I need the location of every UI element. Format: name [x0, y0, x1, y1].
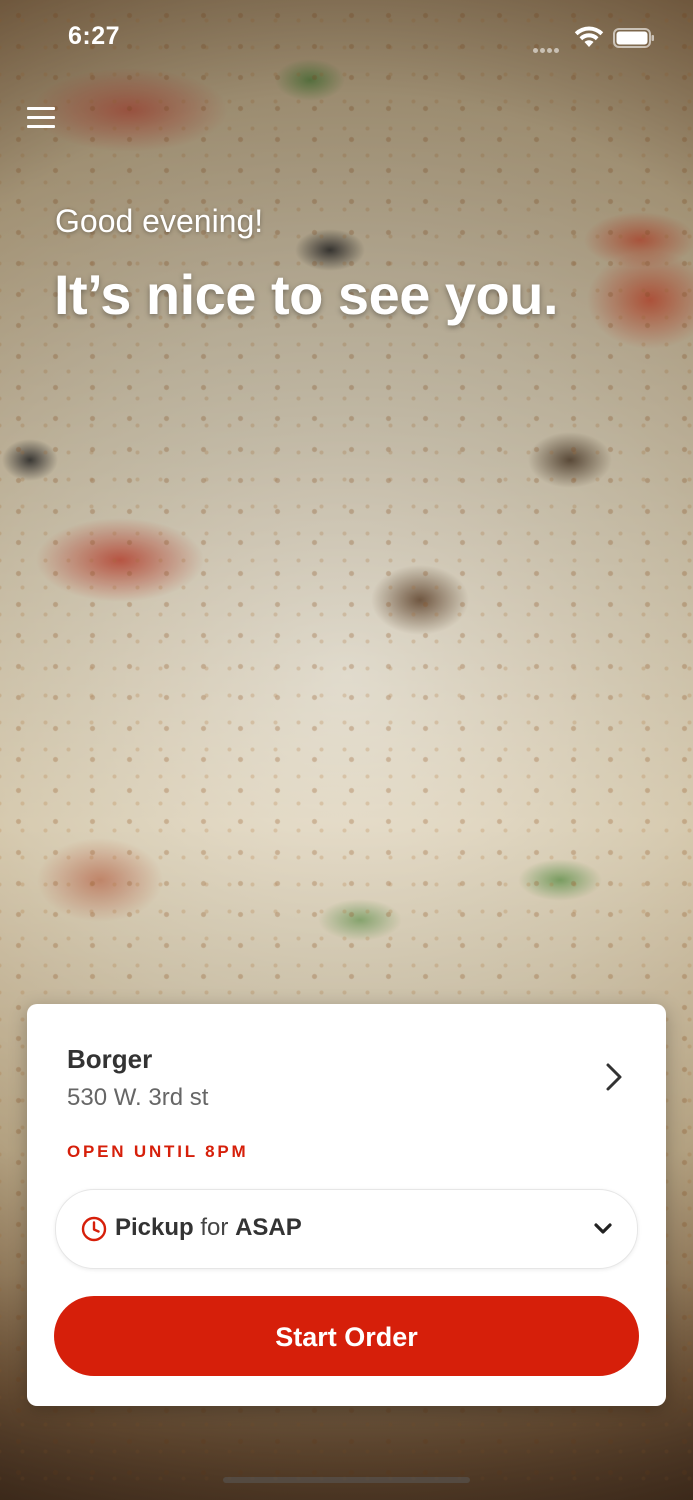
cellular-signal-icon	[533, 40, 565, 53]
status-bar: 6:27	[0, 0, 693, 80]
order-mode-summary: Pickup for ASAP	[115, 1214, 302, 1242]
store-hours-status: OPEN UNTIL 8PM	[67, 1142, 249, 1161]
order-mode-dropdown[interactable]: Pickup for ASAP	[55, 1189, 638, 1269]
order-mode-label: Pickup	[115, 1214, 194, 1241]
greeting-text: Good evening!	[55, 203, 264, 239]
order-card: Borger 530 W. 3rd st OPEN UNTIL 8PM Pick…	[27, 1004, 666, 1406]
start-order-button[interactable]: Start Order	[54, 1296, 639, 1376]
chevron-right-icon	[606, 1063, 622, 1091]
hamburger-menu-icon[interactable]	[25, 104, 57, 134]
home-screen: 6:27 Good evening! It’s nice to see you.…	[0, 0, 693, 1500]
clock-icon	[81, 1216, 107, 1242]
order-mode-connector: for	[200, 1214, 229, 1241]
welcome-headline: It’s nice to see you.	[54, 263, 559, 326]
chevron-down-icon	[594, 1223, 612, 1234]
battery-icon	[613, 28, 654, 48]
store-selector[interactable]: Borger 530 W. 3rd st	[27, 1004, 666, 1124]
home-indicator[interactable]	[223, 1477, 470, 1483]
wifi-icon	[574, 26, 604, 47]
store-address: 530 W. 3rd st	[67, 1084, 209, 1111]
store-name: Borger	[67, 1044, 153, 1074]
order-time-label: ASAP	[235, 1214, 302, 1241]
status-time: 6:27	[68, 22, 121, 50]
